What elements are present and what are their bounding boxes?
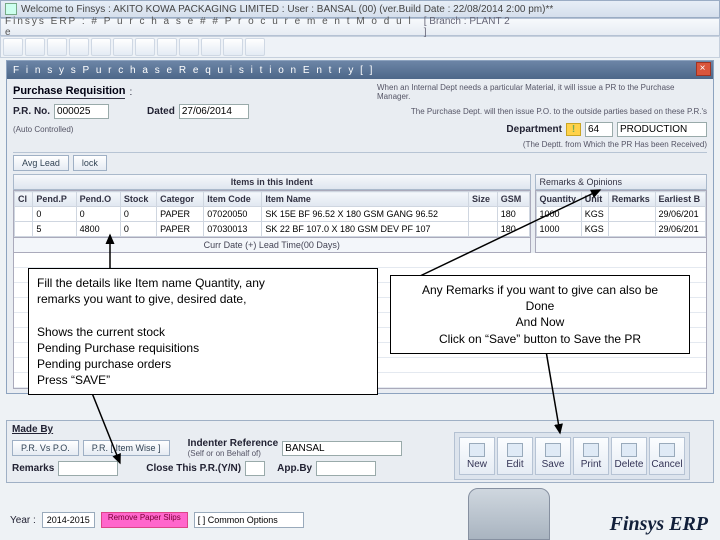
- pr-vs-po-button[interactable]: P.R. Vs P.O.: [12, 440, 79, 456]
- print-icon: [583, 443, 599, 457]
- toolbar-button[interactable]: [47, 38, 67, 56]
- toolbar-button[interactable]: [69, 38, 89, 56]
- appby-field[interactable]: [316, 461, 376, 476]
- edit-icon: [507, 443, 523, 457]
- entry-title-text: F i n s y s P u r c h a s e R e q u i s …: [13, 65, 374, 76]
- toolbar-button[interactable]: [91, 38, 111, 56]
- toolbar-button[interactable]: [201, 38, 221, 56]
- module-toolbar: [0, 36, 720, 58]
- main-title-text: Welcome to Finsys : AKITO KOWA PACKAGING…: [21, 4, 553, 15]
- remove-slips-button[interactable]: Remove Paper Slips: [101, 512, 188, 528]
- common-options-combo[interactable]: [ ] Common Options: [194, 512, 304, 528]
- lead-row-right: [535, 237, 708, 253]
- close-pr-label: Close This P.R.(Y/N): [146, 463, 241, 474]
- cancel-button[interactable]: Cancel: [649, 437, 685, 475]
- table-row[interactable]: 0 0 0 PAPER 07020050 SK 15E BF 96.52 X 1…: [15, 207, 530, 222]
- delete-icon: [621, 443, 637, 457]
- auto-note: (Auto Controlled): [13, 125, 73, 134]
- grid-header-row: Quantity Unit Remarks Earliest B: [536, 192, 706, 207]
- indenter-label: Indenter Reference: [188, 438, 279, 449]
- action-bar: New Edit Save Print Delete Cancel: [454, 432, 690, 480]
- table-row[interactable]: 1000 KGS 29/06/201: [536, 222, 706, 237]
- indenter-sublabel: (Self or on Behalf of): [188, 449, 279, 458]
- toolbar-button[interactable]: [157, 38, 177, 56]
- remarks-section-header: Remarks & Opinions: [535, 174, 708, 190]
- annotation-left: Fill the details like Item name Quantity…: [28, 268, 378, 395]
- dept-code-field[interactable]: 64: [585, 122, 613, 137]
- annotation-right: Any Remarks if you want to give can also…: [390, 275, 690, 354]
- delete-button[interactable]: Delete: [611, 437, 647, 475]
- lock-button[interactable]: lock: [73, 155, 107, 171]
- help-text-1: When an Internal Dept needs a particular…: [377, 83, 707, 101]
- close-icon[interactable]: ×: [696, 62, 711, 76]
- new-icon: [469, 443, 485, 457]
- pr-itemwise-button[interactable]: P.R. [ Item Wise ]: [83, 440, 170, 456]
- appby-label: App.By: [277, 463, 312, 474]
- prno-field[interactable]: 000025: [54, 104, 109, 119]
- colon: :: [129, 87, 132, 98]
- year-label: Year :: [10, 515, 36, 526]
- table-row[interactable]: 5 4800 0 PAPER 07030013 SK 22 BF 107.0 X…: [15, 222, 530, 237]
- brand-logo: Finsys ERP: [610, 513, 708, 536]
- toolbar-button[interactable]: [113, 38, 133, 56]
- toolbar-button[interactable]: [179, 38, 199, 56]
- avg-lead-button[interactable]: Avg Lead: [13, 155, 69, 171]
- toolbar-button[interactable]: [3, 38, 23, 56]
- dept-note: (The Deptt. from Which the PR Has been R…: [523, 140, 707, 149]
- prno-label: P.R. No.: [13, 106, 50, 117]
- toolbar-button[interactable]: [135, 38, 155, 56]
- branch-label: [ Branch : PLANT 2 ]: [424, 16, 515, 38]
- save-icon: [545, 443, 561, 457]
- print-button[interactable]: Print: [573, 437, 609, 475]
- table-row[interactable]: 1000 KGS 29/06/201: [536, 207, 706, 222]
- pr-heading: Purchase Requisition: [13, 85, 125, 99]
- made-by-label: Made By: [12, 424, 53, 435]
- close-pr-field[interactable]: [245, 461, 265, 476]
- module-titlebar: Finsys ERP : # P u r c h a s e # # P r o…: [0, 18, 720, 36]
- remarks-label: Remarks: [12, 463, 54, 474]
- toolbar-button[interactable]: [25, 38, 45, 56]
- grid-header-row: Cl Pend.P Pend.O Stock Categor Item Code…: [15, 192, 530, 207]
- lead-time-note: Curr Date (+) Lead Time(00 Days): [13, 237, 531, 253]
- dated-field[interactable]: 27/06/2014: [179, 104, 249, 119]
- dept-label: Department: [506, 124, 562, 135]
- calculator-decoration: [468, 488, 550, 540]
- items-grid[interactable]: Cl Pend.P Pend.O Stock Categor Item Code…: [13, 190, 531, 238]
- app-icon: [5, 3, 17, 15]
- indenter-field[interactable]: BANSAL: [282, 441, 402, 456]
- edit-button[interactable]: Edit: [497, 437, 533, 475]
- new-button[interactable]: New: [459, 437, 495, 475]
- footer-strip: Year : 2014-2015 Remove Paper Slips [ ] …: [10, 512, 304, 528]
- module-title-text: Finsys ERP : # P u r c h a s e # # P r o…: [5, 16, 424, 38]
- toolbar-button[interactable]: [223, 38, 243, 56]
- remarks-field[interactable]: [58, 461, 118, 476]
- dept-name-field[interactable]: PRODUCTION: [617, 122, 707, 137]
- dated-label: Dated: [147, 106, 175, 117]
- alert-icon[interactable]: !: [566, 123, 581, 136]
- help-text-2: The Purchase Dept. will then issue P.O. …: [411, 107, 707, 116]
- year-field[interactable]: 2014-2015: [42, 512, 95, 528]
- cancel-icon: [659, 443, 675, 457]
- remarks-grid[interactable]: Quantity Unit Remarks Earliest B 1000 KG…: [535, 190, 708, 238]
- items-section-header: Items in this Indent: [13, 174, 531, 190]
- entry-window-titlebar: F i n s y s P u r c h a s e R e q u i s …: [7, 61, 713, 79]
- toolbar-button[interactable]: [245, 38, 265, 56]
- save-button[interactable]: Save: [535, 437, 571, 475]
